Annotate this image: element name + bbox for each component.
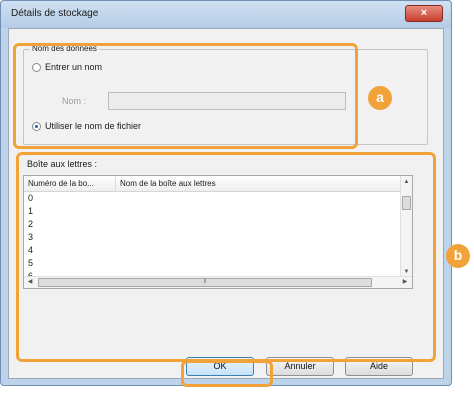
close-button[interactable]: × xyxy=(405,5,443,22)
close-icon: × xyxy=(420,7,428,19)
title-bar: Détails de stockage × xyxy=(1,1,451,28)
window-title: Détails de stockage xyxy=(11,8,99,19)
callout-a-highlight xyxy=(13,43,358,149)
ok-button-highlight xyxy=(181,360,273,387)
callout-b-highlight xyxy=(16,152,436,362)
callout-a-badge: a xyxy=(368,86,392,110)
callout-b-badge: b xyxy=(446,244,470,268)
